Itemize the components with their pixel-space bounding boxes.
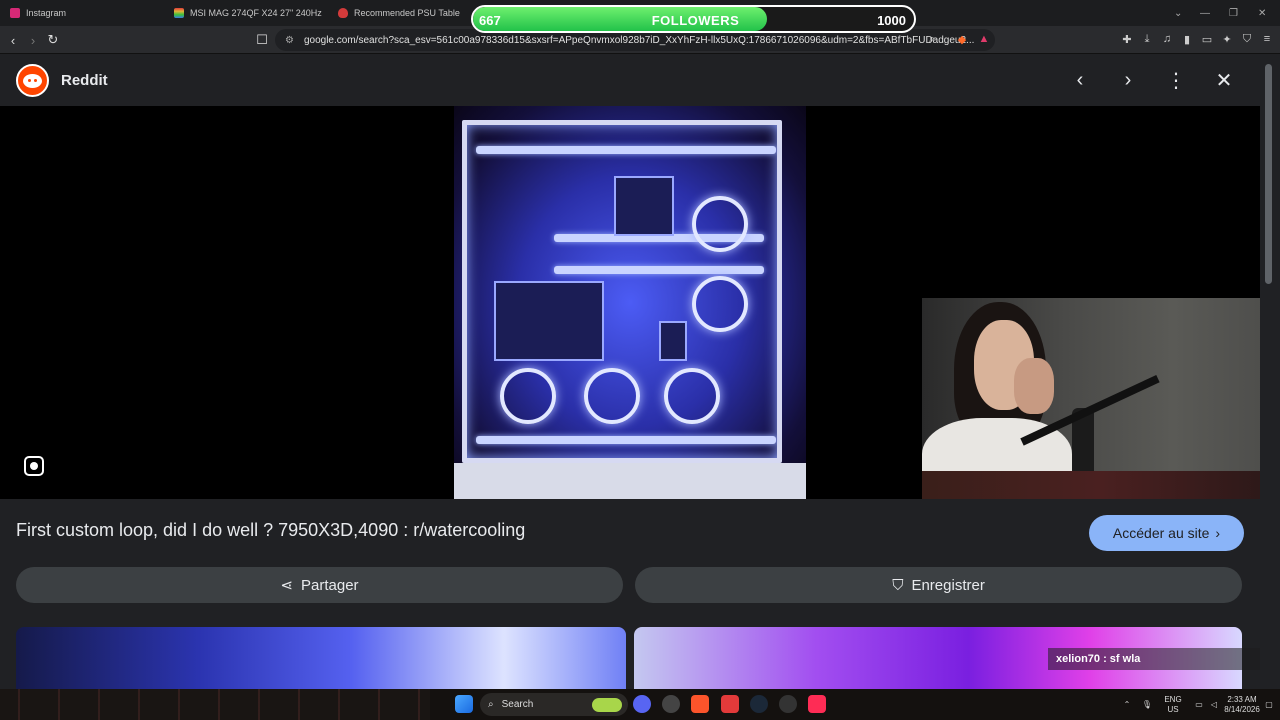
next-result-button[interactable]: › [1116, 68, 1140, 92]
wallet-icon[interactable]: ▭ [1200, 32, 1214, 46]
menu-icon[interactable]: ≡ [1260, 32, 1274, 46]
visit-site-button[interactable]: Accéder au site › [1089, 515, 1244, 551]
tray-chevron-up-icon[interactable]: ⌃ [1120, 689, 1134, 720]
taskbar-search-label: Search [501, 699, 534, 710]
search-highlight-icon [592, 697, 622, 712]
adobe-icon[interactable] [721, 695, 739, 713]
share-button[interactable]: ⋖ Partager [16, 567, 623, 603]
bookmark-icon[interactable]: ☐ [252, 30, 272, 50]
shield-icon [338, 8, 348, 18]
zoom-icon[interactable]: ⌕ [925, 32, 939, 46]
downloads-icon[interactable]: ⤓ [1140, 32, 1154, 46]
tab-instagram[interactable]: Instagram [10, 0, 160, 26]
site-favicon-icon [174, 8, 184, 18]
bookmark-icon: ⛉ [892, 576, 904, 594]
tab-label: Instagram [26, 8, 67, 18]
obs-icon[interactable] [662, 695, 680, 713]
save-button[interactable]: ⛉ Enregistrer [635, 567, 1242, 603]
tab-msi-monitor[interactable]: MSI MAG 274QF X24 27" 240Hz Fast [174, 0, 324, 26]
media-icon[interactable]: ♫ [1160, 32, 1174, 46]
save-label: Enregistrer [911, 576, 985, 594]
clock[interactable]: 2:33 AM 8/14/2026 [1224, 689, 1260, 720]
language-indicator[interactable]: ENG US [1160, 689, 1186, 720]
brave-shield-icon[interactable]: ◆ [955, 32, 969, 46]
tab-label: MSI MAG 274QF X24 27" 240Hz Fast [190, 8, 324, 18]
vpn-icon[interactable]: ⛉ [1240, 32, 1254, 46]
close-viewer-button[interactable]: ✕ [1212, 68, 1236, 92]
restore-button[interactable]: ❐ [1229, 0, 1238, 26]
search-icon: ⌕ [488, 699, 494, 710]
tab-list-chevron-icon[interactable]: ⌄ [1174, 0, 1182, 26]
related-image-thumbnail[interactable] [16, 627, 626, 689]
brave-icon[interactable] [691, 695, 709, 713]
source-site-name: Reddit [61, 72, 108, 89]
discord-icon[interactable] [633, 695, 651, 713]
followers-goal-overlay: 667 FOLLOWERS 1000 [471, 5, 916, 33]
chevron-right-icon: › [1215, 525, 1221, 541]
webcam-overlay [922, 298, 1280, 499]
clock-time: 2:33 AM [1227, 694, 1257, 704]
leo-ai-icon[interactable]: ✦ [1220, 32, 1234, 46]
notifications-icon[interactable]: ▢ [1262, 689, 1276, 720]
reload-button[interactable]: ↻ [43, 30, 63, 50]
forward-button[interactable]: › [23, 30, 43, 50]
followers-label: FOLLOWERS [651, 13, 740, 28]
page-scrollbar[interactable] [1260, 54, 1280, 690]
visit-site-label: Accéder au site [1112, 525, 1210, 541]
language-top: ENG [1164, 694, 1182, 704]
minimize-button[interactable]: — [1200, 0, 1210, 26]
tab-label: Recommended PSU Table [354, 8, 460, 18]
instagram-icon [10, 8, 20, 18]
clock-date: 8/14/2026 [1224, 704, 1260, 714]
reddit-logo-icon [16, 64, 49, 97]
language-bottom: US [1167, 704, 1179, 714]
site-info-icon[interactable]: ⚙ [285, 35, 294, 46]
back-button[interactable]: ‹ [3, 30, 23, 50]
network-icon[interactable]: ▭ [1192, 689, 1206, 720]
close-window-button[interactable]: ✕ [1258, 0, 1266, 26]
windows-taskbar: ⌕ Search ⌃ 🎙 ENG US ▭ ◁ 2:33 AM 8/14/202… [0, 689, 1280, 720]
app-icon[interactable] [779, 695, 797, 713]
previous-result-button[interactable]: ‹ [1068, 68, 1092, 92]
google-lens-icon[interactable] [24, 456, 44, 476]
brave-rewards-icon[interactable]: ▲ [977, 32, 991, 46]
stream-chat-message: xelion70 : sf wla [1048, 648, 1260, 670]
steam-icon[interactable] [750, 695, 768, 713]
taskbar-search[interactable]: ⌕ Search [480, 693, 628, 716]
tiktok-icon[interactable] [808, 695, 826, 713]
volume-icon[interactable]: ◁ [1207, 689, 1221, 720]
image-viewer-header: Reddit ‹ › ⋮ ✕ [0, 54, 1260, 106]
microphone-icon[interactable]: 🎙 [1140, 689, 1154, 720]
share-icon: ⋖ [280, 577, 294, 594]
url-text: google.com/search?sca_esv=561c00a978336d… [303, 34, 975, 46]
result-title[interactable]: First custom loop, did I do well ? 7950X… [16, 520, 525, 541]
pc-build-image[interactable] [454, 106, 806, 499]
share-label: Partager [301, 576, 359, 594]
windows-start-icon[interactable] [455, 695, 473, 713]
more-options-button[interactable]: ⋮ [1164, 68, 1188, 92]
sidebar-icon[interactable]: ▮ [1180, 32, 1194, 46]
tab-psu-table[interactable]: Recommended PSU Table [338, 0, 468, 26]
extensions-icon[interactable]: ✚ [1120, 32, 1134, 46]
followers-goal: 1000 [877, 13, 906, 28]
